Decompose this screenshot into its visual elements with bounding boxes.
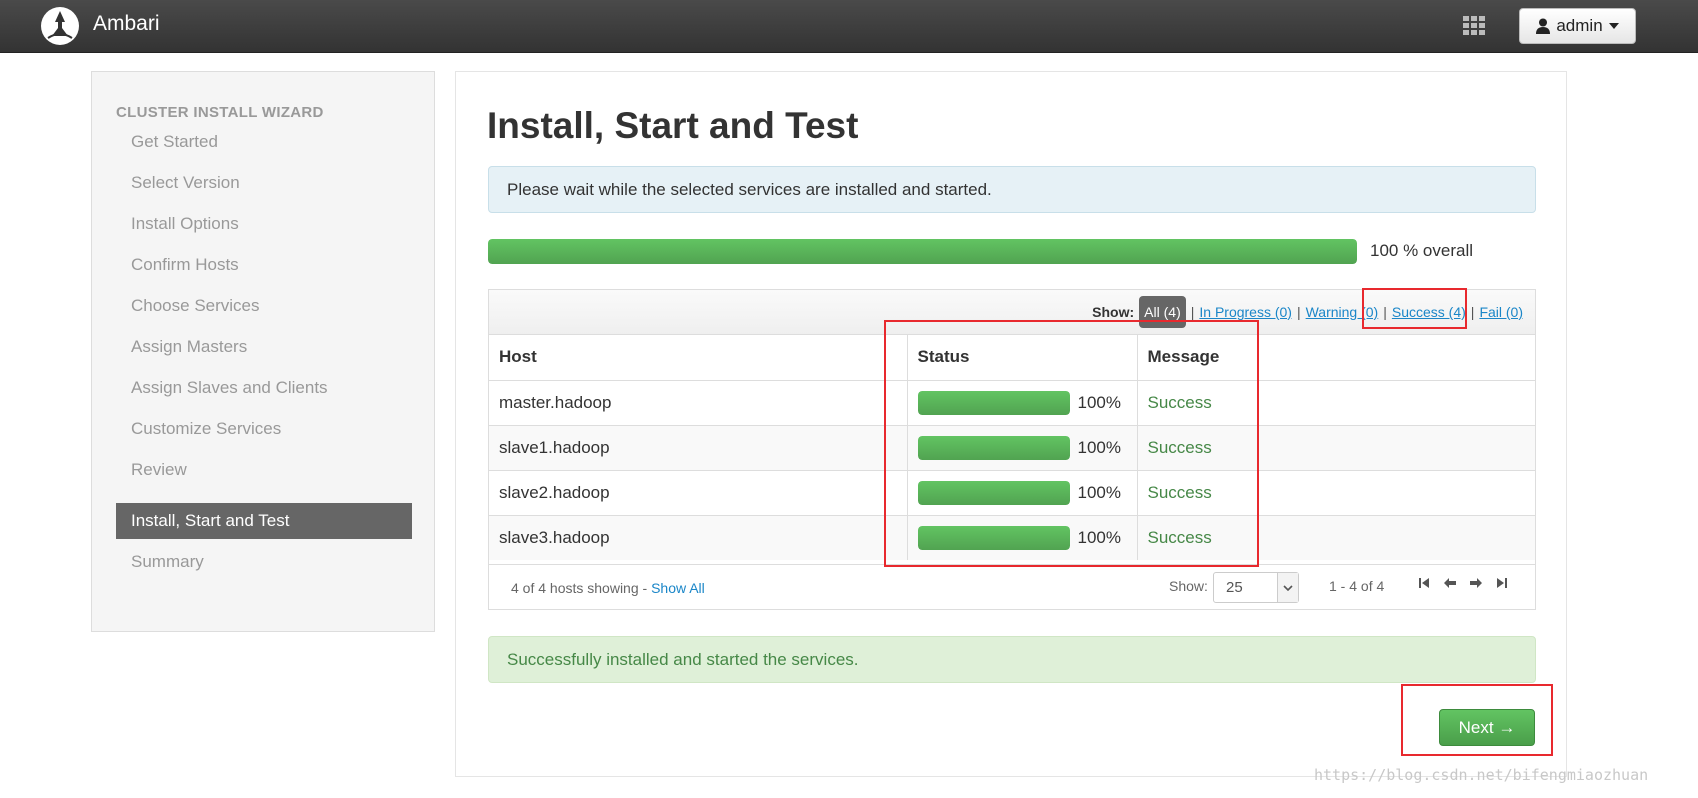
sidebar-step-install-options[interactable]: Install Options [116,206,412,242]
success-alert: Successfully installed and started the s… [488,636,1536,683]
wizard-sidebar: CLUSTER INSTALL WIZARD Get Started Selec… [91,71,435,632]
host-cell: master.hadoop [489,379,908,425]
page-size-value: 25 [1226,579,1243,596]
annotation-box-status-columns [884,320,1259,567]
sidebar-step-customize-services[interactable]: Customize Services [116,411,412,447]
sidebar-step-choose-services[interactable]: Choose Services [116,288,412,324]
hosts-showing-text: 4 of 4 hosts showing - [511,580,652,596]
host-cell: slave1.hadoop [489,424,908,470]
sidebar-step-summary[interactable]: Summary [116,544,412,580]
page-size-label: Show: [1169,578,1208,594]
sidebar-step-get-started[interactable]: Get Started [116,124,412,160]
filter-fail[interactable]: Fail (0) [1479,304,1523,320]
filter-show-label: Show: [1092,304,1135,320]
top-navbar: Ambari admin [0,0,1698,53]
annotation-box-next-button [1401,684,1553,756]
sidebar-step-assign-masters[interactable]: Assign Masters [116,329,412,365]
previous-page-icon[interactable] [1443,576,1457,590]
annotation-box-success-filter [1362,288,1467,329]
filter-in-progress[interactable]: In Progress (0) [1199,304,1292,320]
overall-progress-bar [488,239,1357,264]
user-menu-button[interactable]: admin [1519,8,1636,44]
page-range: 1 - 4 of 4 [1329,578,1385,594]
chevron-down-icon [1277,573,1298,602]
info-alert: Please wait while the selected services … [488,166,1536,213]
show-all-link[interactable]: Show All [651,580,705,596]
hosts-showing-info: 4 of 4 hosts showing - Show All [511,580,705,596]
sidebar-step-confirm-hosts[interactable]: Confirm Hosts [116,247,412,283]
column-header-host[interactable]: Host [489,334,908,380]
user-icon [1536,18,1551,34]
host-cell: slave2.hadoop [489,469,908,515]
last-page-icon[interactable] [1495,576,1509,590]
filter-separator: | [1190,304,1195,320]
overall-progress-text: 100 % overall [1370,241,1474,260]
caret-down-icon [1608,23,1619,29]
overall-progress-fill [488,239,1357,264]
user-menu-label: admin [1556,16,1603,35]
sidebar-step-assign-slaves-clients[interactable]: Assign Slaves and Clients [116,370,412,406]
filter-separator: | [1470,304,1475,320]
watermark-text: https://blog.csdn.net/bifengmiaozhuan [1314,766,1649,784]
host-cell: slave3.hadoop [489,514,908,560]
sidebar-step-install-start-test[interactable]: Install, Start and Test [116,503,412,539]
filter-separator: | [1296,304,1301,320]
brand-name[interactable]: Ambari [93,12,160,36]
page-size-select[interactable]: 25 [1213,572,1299,603]
sidebar-step-review[interactable]: Review [116,452,412,488]
sidebar-step-select-version[interactable]: Select Version [116,165,412,201]
page-title: Install, Start and Test [487,105,859,146]
pagination-controls [1417,576,1509,590]
table-footer: 4 of 4 hosts showing - Show All Show: 25… [489,564,1535,610]
ambari-logo-icon[interactable] [40,6,80,46]
first-page-icon[interactable] [1417,576,1431,590]
next-page-icon[interactable] [1469,576,1483,590]
sidebar-title: CLUSTER INSTALL WIZARD [116,104,324,121]
apps-grid-icon[interactable] [1463,16,1485,36]
